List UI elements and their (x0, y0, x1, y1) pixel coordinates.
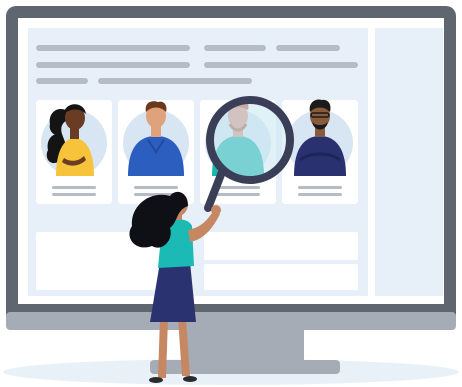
screen-sidebar (375, 28, 443, 296)
card-line (298, 193, 342, 196)
shoe (149, 377, 163, 383)
card-line (216, 186, 260, 189)
placeholder-line (36, 78, 88, 84)
illustration-shape (211, 205, 221, 215)
monitor-bezel-bottom (6, 312, 456, 330)
hiring-illustration (0, 0, 462, 387)
content-block (204, 264, 358, 290)
card-line (134, 186, 178, 189)
placeholder-line (204, 45, 266, 51)
placeholder-line (204, 62, 358, 68)
card-line (52, 186, 96, 189)
placeholder-line (276, 45, 340, 51)
placeholder-line (36, 45, 190, 51)
shoe (183, 376, 197, 382)
monitor-neck (186, 330, 304, 364)
content-block (204, 232, 358, 260)
card-line (216, 193, 260, 196)
card-line (52, 193, 96, 196)
monitor-base (150, 360, 340, 374)
placeholder-line (98, 78, 252, 84)
illustration-svg (3, 6, 459, 385)
card-line (298, 186, 342, 189)
placeholder-line (36, 62, 190, 68)
